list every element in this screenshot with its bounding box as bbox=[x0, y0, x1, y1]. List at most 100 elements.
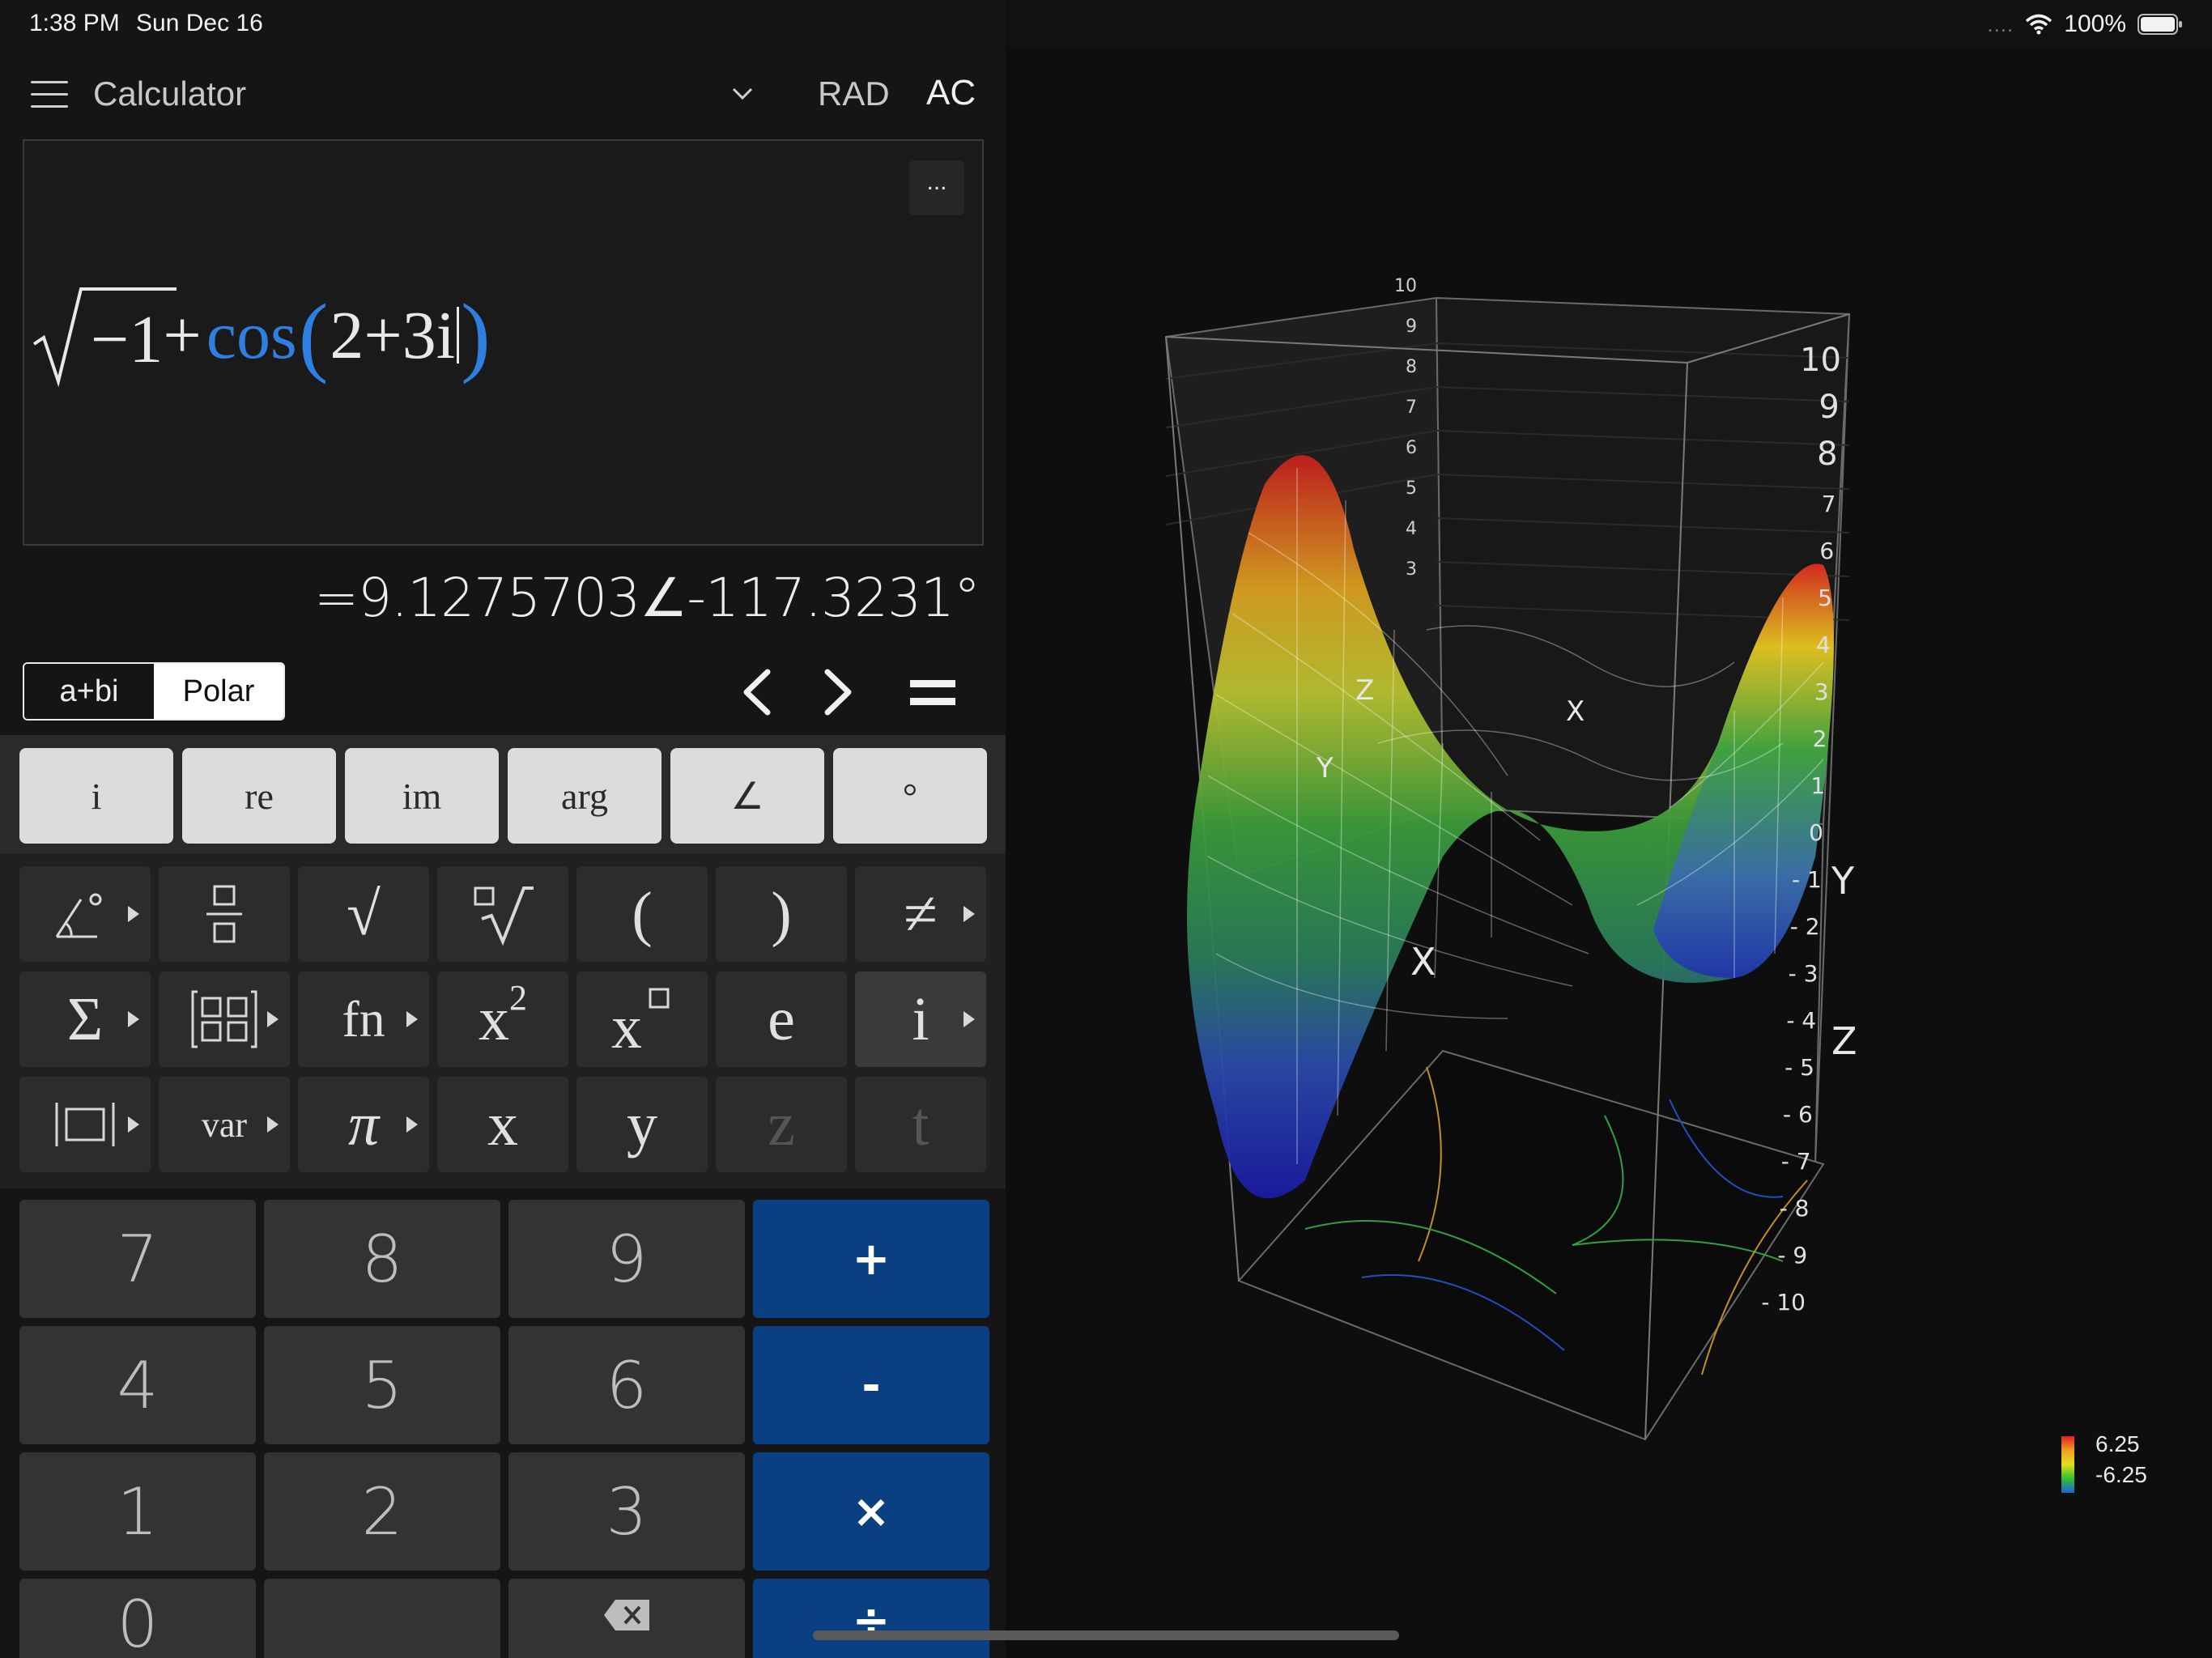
pi-key-label: π bbox=[347, 1090, 380, 1158]
digit-7-key[interactable]: 7 bbox=[19, 1200, 256, 1318]
multiply-key[interactable]: × bbox=[753, 1452, 989, 1571]
absolute-value-icon bbox=[55, 1103, 115, 1146]
complex-format-toggle: a+bi Polar bbox=[23, 662, 285, 721]
polar-format-option[interactable]: Polar bbox=[154, 664, 283, 719]
not-equal-icon: ≠ bbox=[904, 879, 938, 948]
equals-icon[interactable] bbox=[907, 669, 959, 717]
status-indicators: .... 100% bbox=[1987, 8, 2183, 40]
cellular-dots-icon: .... bbox=[1987, 11, 2014, 36]
y-axis-label: Y bbox=[1831, 859, 1855, 903]
chevron-down-icon[interactable] bbox=[729, 83, 756, 105]
z-back-tick-label: 8 bbox=[1406, 357, 1417, 377]
colorbar-max-label: 6.25 bbox=[2095, 1431, 2140, 1456]
status-time: 1:38 PM bbox=[29, 10, 120, 36]
z-tick-label: 4 bbox=[1816, 631, 1831, 658]
more-options-button[interactable]: ... bbox=[909, 160, 964, 215]
power-key[interactable]: x bbox=[576, 971, 708, 1067]
nth-root-key[interactable] bbox=[437, 866, 568, 962]
key-i[interactable]: i bbox=[19, 748, 173, 844]
close-paren: ) bbox=[461, 285, 491, 385]
square-key[interactable]: x2 bbox=[437, 971, 568, 1067]
app-title[interactable]: Calculator bbox=[93, 74, 246, 113]
cursor-left-icon[interactable] bbox=[734, 664, 782, 721]
backspace-icon bbox=[604, 1600, 649, 1630]
wifi-icon bbox=[2026, 14, 2052, 35]
t-variable-key: t bbox=[855, 1077, 986, 1172]
fraction-key[interactable] bbox=[159, 866, 290, 962]
key-arg[interactable]: arg bbox=[508, 748, 661, 844]
sigma-icon: Σ bbox=[66, 984, 104, 1053]
z-tick-label: 3 bbox=[1814, 678, 1829, 705]
digit-8-key[interactable]: 8 bbox=[264, 1200, 500, 1318]
all-clear-button[interactable]: AC bbox=[926, 73, 976, 113]
z-tick-label: 1 bbox=[1810, 772, 1825, 799]
radical-sign-icon bbox=[32, 287, 177, 387]
text-cursor bbox=[457, 307, 460, 363]
result-display: =9.1275703∠-117.3231° bbox=[313, 567, 981, 629]
subtract-key[interactable]: - bbox=[753, 1326, 989, 1444]
cursor-right-icon[interactable] bbox=[813, 664, 861, 721]
backspace-key[interactable] bbox=[508, 1579, 745, 1658]
matrix-key[interactable] bbox=[159, 971, 290, 1067]
digit-5-key[interactable]: 5 bbox=[264, 1326, 500, 1444]
variable-key[interactable]: var bbox=[159, 1077, 290, 1172]
z-axis-label: Z bbox=[1831, 1019, 1857, 1063]
imaginary-key[interactable]: i bbox=[855, 971, 986, 1067]
expression-editor[interactable]: ... −1 + cos ( 2+3i ) bbox=[23, 139, 984, 546]
square-root-key[interactable]: √ bbox=[298, 866, 429, 962]
key-degree[interactable]: ° bbox=[833, 748, 987, 844]
z-back-tick-label: 3 bbox=[1406, 559, 1417, 580]
number-pad: 7 8 9 + 4 5 6 - 1 2 3 × 0 ÷ bbox=[0, 1188, 1006, 1658]
x-axis-label: X bbox=[1410, 940, 1436, 984]
divide-key[interactable]: ÷ bbox=[753, 1579, 989, 1658]
surface-plot[interactable]: X X Y Y Z Z 109876543210- 1- 2- 3- 4- 5-… bbox=[1006, 47, 2212, 1658]
not-equal-key[interactable]: ≠ bbox=[855, 866, 986, 962]
svg-text:x: x bbox=[611, 993, 642, 1056]
status-date: Sun Dec 16 bbox=[136, 10, 263, 36]
y-variable-key[interactable]: y bbox=[576, 1077, 708, 1172]
add-key[interactable]: + bbox=[753, 1200, 989, 1318]
digit-3-key[interactable]: 3 bbox=[508, 1452, 745, 1571]
x-axis-label-back: X bbox=[1566, 695, 1585, 728]
x-power-icon: x bbox=[611, 988, 670, 1056]
battery-percentage: 100% bbox=[2064, 11, 2126, 37]
euler-key[interactable]: e bbox=[716, 971, 847, 1067]
digit-2-key[interactable]: 2 bbox=[264, 1452, 500, 1571]
absolute-value-key[interactable] bbox=[19, 1077, 151, 1172]
angle-mode-button[interactable]: RAD bbox=[818, 74, 890, 113]
digit-9-key[interactable]: 9 bbox=[508, 1200, 745, 1318]
digit-6-key[interactable]: 6 bbox=[508, 1326, 745, 1444]
key-re[interactable]: re bbox=[182, 748, 336, 844]
z-back-tick-label: 9 bbox=[1406, 317, 1417, 337]
z-tick-label: - 1 bbox=[1792, 866, 1822, 893]
hamburger-menu-icon[interactable] bbox=[31, 81, 68, 108]
x-variable-key[interactable]: x bbox=[437, 1077, 568, 1172]
open-paren-key[interactable]: ( bbox=[576, 866, 708, 962]
expression-display[interactable]: −1 + cos ( 2+3i ) bbox=[31, 278, 492, 392]
digit-1-key[interactable]: 1 bbox=[19, 1452, 256, 1571]
angle-degree-key[interactable] bbox=[19, 866, 151, 962]
close-paren-key[interactable]: ) bbox=[716, 866, 847, 962]
summation-key[interactable]: Σ bbox=[19, 971, 151, 1067]
key-im[interactable]: im bbox=[345, 748, 499, 844]
graph-panel[interactable]: X X Y Y Z Z 10 9 8 7 6 5 4 3 2 1 0- 1- 2- 3- 4- 5-… bbox=[1006, 47, 2212, 1658]
pi-key[interactable]: π bbox=[298, 1077, 429, 1172]
digit-0-key[interactable]: 0 bbox=[19, 1579, 256, 1658]
nth-root-icon bbox=[474, 886, 534, 946]
digit-4-key[interactable]: 4 bbox=[19, 1326, 256, 1444]
key-angle[interactable]: ∠ bbox=[670, 748, 824, 844]
rectangular-format-option[interactable]: a+bi bbox=[24, 664, 154, 719]
complex-keys-row: i re im arg ∠ ° bbox=[0, 735, 1006, 853]
square-root-icon: √ bbox=[347, 879, 381, 948]
z-tick-label: 5 bbox=[1818, 585, 1832, 611]
calculator-panel: Calculator RAD AC ... −1 + cos ( 2+3i ) … bbox=[0, 0, 1006, 1658]
fraction-icon bbox=[206, 885, 242, 943]
z-tick-label: 6 bbox=[1819, 538, 1834, 564]
cos-function: cos bbox=[206, 297, 297, 373]
open-paren: ( bbox=[298, 285, 329, 385]
decimal-key[interactable] bbox=[264, 1579, 500, 1658]
function-argument: 2+3i bbox=[330, 297, 456, 373]
imaginary-key-label: i bbox=[912, 984, 929, 1053]
home-indicator[interactable] bbox=[813, 1630, 1399, 1640]
function-key[interactable]: fn bbox=[298, 971, 429, 1067]
